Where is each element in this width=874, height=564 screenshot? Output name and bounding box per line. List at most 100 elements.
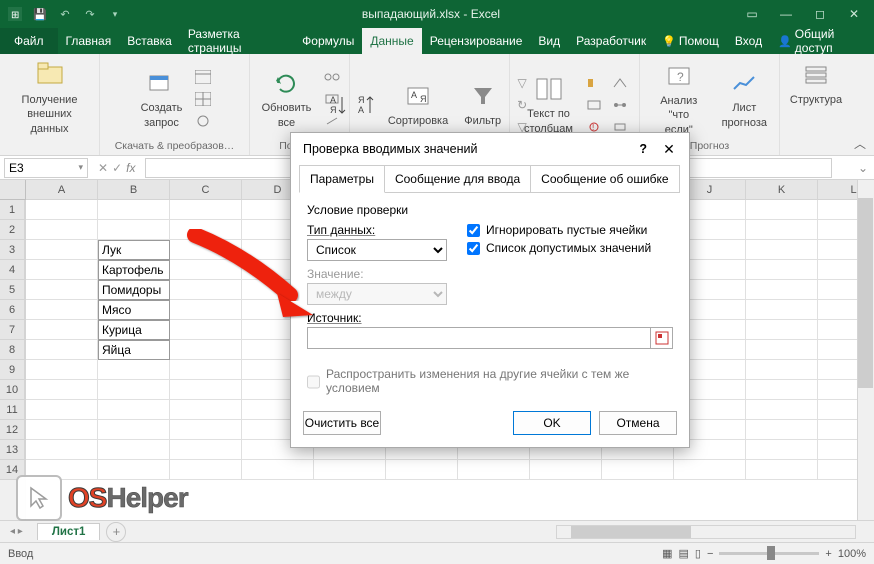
cell-C9[interactable] (170, 360, 242, 380)
from-table-icon[interactable] (192, 89, 214, 109)
collapse-ribbon-icon[interactable]: ︿ (854, 135, 870, 151)
dialog-tab-settings[interactable]: Параметры (299, 165, 385, 193)
cell-C11[interactable] (170, 400, 242, 420)
sheet-nav-buttons[interactable]: ◂ ▸ (10, 526, 31, 537)
range-selector-button[interactable] (651, 327, 673, 349)
cell-A8[interactable] (26, 340, 98, 360)
cell-B11[interactable] (98, 400, 170, 420)
cell-K9[interactable] (746, 360, 818, 380)
fx-icon[interactable]: fx (126, 161, 135, 175)
text-to-columns-button[interactable]: Текст по столбцам (518, 71, 579, 138)
cell-A6[interactable] (26, 300, 98, 320)
flash-fill-icon[interactable] (583, 73, 605, 93)
cell-B1[interactable] (98, 200, 170, 220)
source-input[interactable] (307, 327, 651, 349)
cell-A11[interactable] (26, 400, 98, 420)
filter-button[interactable]: Фильтр (458, 78, 507, 130)
tab-view[interactable]: Вид (530, 28, 568, 54)
zoom-out-icon[interactable]: − (707, 548, 713, 560)
sort-desc-button[interactable]: ЯA (354, 91, 378, 119)
row-header-2[interactable]: 2 (0, 220, 25, 240)
refresh-all-button[interactable]: Обновить все (256, 65, 318, 132)
zoom-slider[interactable] (719, 552, 819, 555)
dialog-close-button[interactable]: ✕ (657, 137, 681, 161)
dialog-tab-input-message[interactable]: Сообщение для ввода (384, 165, 531, 193)
cell-A3[interactable] (26, 240, 98, 260)
cell-B7[interactable]: Курица (98, 320, 170, 340)
cell-C7[interactable] (170, 320, 242, 340)
type-select[interactable]: Список (307, 239, 447, 261)
expand-formula-icon[interactable]: ⌄ (852, 161, 874, 175)
cell-A13[interactable] (26, 440, 98, 460)
cell-E14[interactable] (314, 460, 386, 480)
redo-icon[interactable]: ↷ (79, 3, 101, 25)
sort-button[interactable]: AЯ Сортировка (382, 78, 454, 130)
tab-review[interactable]: Рецензирование (422, 28, 531, 54)
cell-C6[interactable] (170, 300, 242, 320)
cell-C13[interactable] (170, 440, 242, 460)
row-header-11[interactable]: 11 (0, 400, 25, 420)
cell-A9[interactable] (26, 360, 98, 380)
show-queries-icon[interactable] (192, 67, 214, 87)
tab-insert[interactable]: Вставка (119, 28, 180, 54)
select-all-corner[interactable] (0, 180, 26, 200)
dialog-titlebar[interactable]: Проверка вводимых значений ? ✕ (291, 133, 689, 165)
ribbon-options-icon[interactable]: ▭ (736, 3, 768, 25)
col-header-A[interactable]: A (26, 180, 98, 200)
cell-K1[interactable] (746, 200, 818, 220)
new-sheet-icon[interactable]: + (106, 522, 126, 542)
tab-file[interactable]: Файл (0, 28, 58, 54)
cell-K10[interactable] (746, 380, 818, 400)
qat-more-icon[interactable]: ▾ (104, 3, 126, 25)
cell-G14[interactable] (458, 460, 530, 480)
cell-C8[interactable] (170, 340, 242, 360)
row-header-12[interactable]: 12 (0, 420, 25, 440)
cell-K4[interactable] (746, 260, 818, 280)
col-header-B[interactable]: B (98, 180, 170, 200)
clear-all-button[interactable]: Очистить все (303, 411, 381, 435)
cell-A1[interactable] (26, 200, 98, 220)
row-header-8[interactable]: 8 (0, 340, 25, 360)
cell-A4[interactable] (26, 260, 98, 280)
cell-K3[interactable] (746, 240, 818, 260)
help-icon[interactable]: ? (639, 142, 647, 156)
cell-A12[interactable] (26, 420, 98, 440)
row-header-6[interactable]: 6 (0, 300, 25, 320)
col-header-K[interactable]: K (746, 180, 818, 200)
maximize-icon[interactable]: ◻ (804, 3, 836, 25)
tab-formulas[interactable]: Формулы (294, 28, 362, 54)
cell-B12[interactable] (98, 420, 170, 440)
cell-B6[interactable]: Мясо (98, 300, 170, 320)
cell-J14[interactable] (674, 460, 746, 480)
sheet-tab-1[interactable]: Лист1 (37, 523, 101, 540)
row-header-1[interactable]: 1 (0, 200, 25, 220)
save-icon[interactable]: 💾 (29, 3, 51, 25)
cell-C12[interactable] (170, 420, 242, 440)
dropdown-checkbox[interactable] (467, 242, 480, 255)
outline-button[interactable]: Структура (784, 57, 848, 109)
tab-data[interactable]: Данные (362, 28, 421, 54)
cell-K8[interactable] (746, 340, 818, 360)
row-header-3[interactable]: 3 (0, 240, 25, 260)
cell-K2[interactable] (746, 220, 818, 240)
horizontal-scrollbar[interactable] (556, 525, 856, 539)
cell-F14[interactable] (386, 460, 458, 480)
cell-B4[interactable]: Картофель (98, 260, 170, 280)
cell-A10[interactable] (26, 380, 98, 400)
name-box[interactable]: E3▾ (4, 158, 88, 178)
vertical-scrollbar[interactable] (857, 180, 874, 520)
consolidate-icon[interactable] (609, 73, 631, 93)
row-header-7[interactable]: 7 (0, 320, 25, 340)
cell-K12[interactable] (746, 420, 818, 440)
cell-B13[interactable] (98, 440, 170, 460)
cell-D14[interactable] (242, 460, 314, 480)
ok-button[interactable]: OK (513, 411, 591, 435)
tab-tellme[interactable]: 💡Помощ (654, 28, 727, 54)
zoom-level[interactable]: 100% (838, 548, 866, 560)
row-header-10[interactable]: 10 (0, 380, 25, 400)
cell-B2[interactable] (98, 220, 170, 240)
recent-sources-icon[interactable] (192, 111, 214, 131)
minimize-icon[interactable]: ― (770, 3, 802, 25)
cell-K13[interactable] (746, 440, 818, 460)
ignore-blank-checkbox[interactable] (467, 224, 480, 237)
